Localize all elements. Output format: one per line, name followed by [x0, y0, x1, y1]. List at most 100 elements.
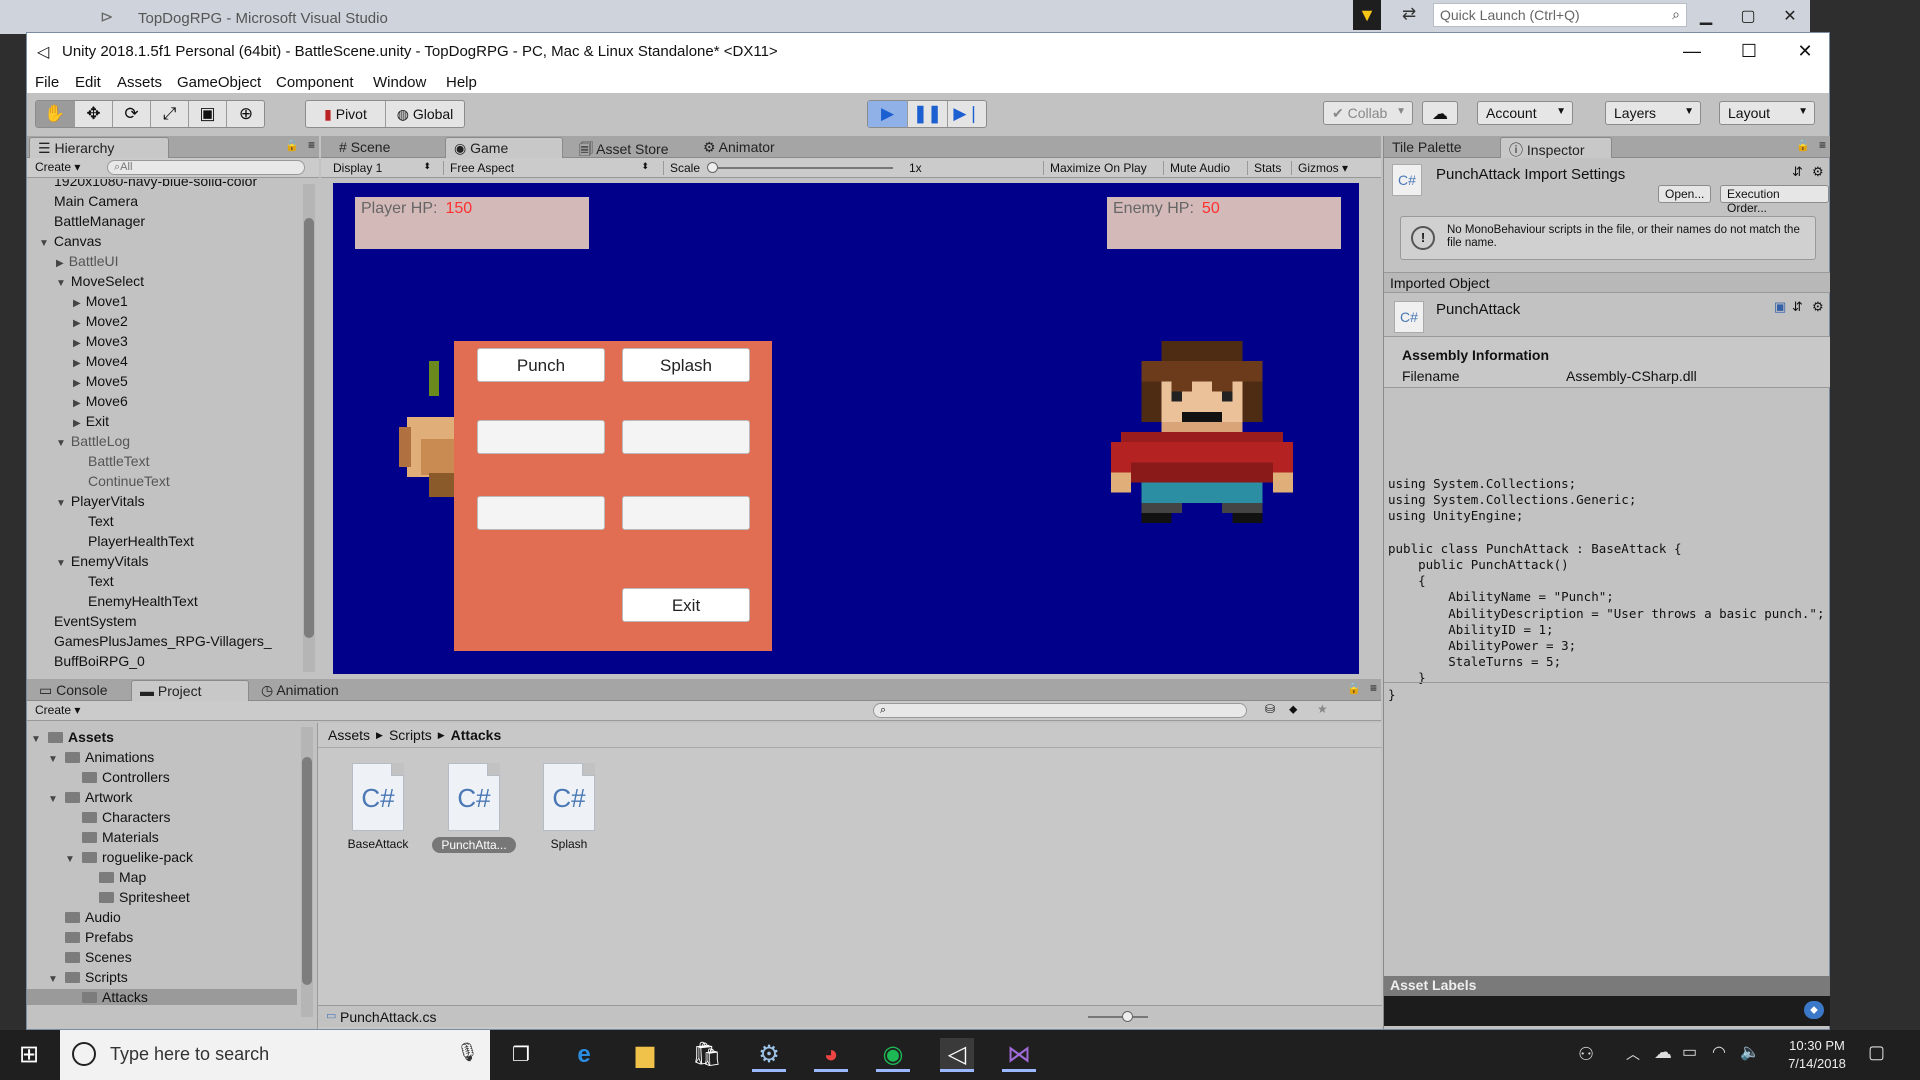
- menu-help[interactable]: Help: [446, 74, 477, 91]
- breadcrumb-assets[interactable]: Assets: [328, 727, 370, 743]
- account-dropdown[interactable]: Account ▼: [1477, 101, 1573, 125]
- hierarchy-item[interactable]: ▼ PlayerVitals: [56, 493, 145, 509]
- hierarchy-item[interactable]: ▶ Move1: [73, 293, 128, 309]
- windows-start-icon[interactable]: ⊞: [12, 1038, 46, 1072]
- expanded-caret-icon[interactable]: ▼: [56, 498, 66, 509]
- hierarchy-item[interactable]: GamesPlusJames_RPG-Villagers_: [39, 633, 272, 649]
- menu-gameobject[interactable]: GameObject: [177, 74, 261, 91]
- expanded-caret-icon[interactable]: ▼: [48, 754, 60, 765]
- project-folder-item[interactable]: Map: [82, 869, 146, 885]
- hierarchy-item[interactable]: ▶ Move3: [73, 333, 128, 349]
- visual-studio-taskbar-icon[interactable]: ⋈: [1002, 1038, 1036, 1072]
- project-menu-icon[interactable]: ≡: [1370, 681, 1377, 695]
- menu-edit[interactable]: Edit: [75, 74, 101, 91]
- scale-tool-icon[interactable]: ⤢: [151, 101, 189, 127]
- collapsed-caret-icon[interactable]: ▶: [73, 418, 81, 429]
- filter-by-label-icon[interactable]: ⬥: [1289, 702, 1297, 717]
- tab-hierarchy[interactable]: ☰ Hierarchy: [29, 137, 169, 158]
- hierarchy-item[interactable]: EnemyHealthText: [73, 593, 198, 609]
- move-tool-icon[interactable]: ✥: [75, 101, 113, 127]
- edge-icon[interactable]: e: [567, 1038, 601, 1072]
- tab-project[interactable]: ▬ Project: [131, 680, 249, 701]
- project-folder-item[interactable]: Battling: [65, 1009, 149, 1011]
- project-create-button[interactable]: Create ▾: [35, 703, 80, 717]
- scale-slider-knob[interactable]: [707, 162, 718, 173]
- expanded-caret-icon[interactable]: ▼: [48, 794, 60, 805]
- quick-launch-input[interactable]: Quick Launch (Ctrl+Q) ⌕: [1433, 3, 1687, 27]
- store-icon[interactable]: 🛍: [690, 1038, 724, 1072]
- scale-slider[interactable]: [707, 162, 893, 173]
- mute-audio-toggle[interactable]: Mute Audio: [1163, 161, 1230, 175]
- project-folder-item[interactable]: ▼ roguelike-pack: [65, 849, 193, 865]
- steam-icon[interactable]: ⚙: [752, 1038, 786, 1072]
- project-folder-item[interactable]: ▼ Artwork: [48, 789, 132, 805]
- cloud-icon[interactable]: ☁: [1422, 101, 1458, 125]
- project-folder-item[interactable]: Controllers: [65, 769, 170, 785]
- imported-gear-icon[interactable]: ⚙: [1812, 299, 1824, 315]
- tab-tile-palette[interactable]: Tile Palette: [1384, 137, 1494, 158]
- filter-by-type-icon[interactable]: ⛁: [1265, 702, 1275, 716]
- unity-close-button[interactable]: ✕: [1790, 41, 1820, 63]
- move1-button[interactable]: Punch: [477, 348, 605, 382]
- hand-tool-icon[interactable]: ✋: [36, 101, 75, 127]
- action-center-icon[interactable]: ▢: [1868, 1042, 1885, 1063]
- project-folder-item[interactable]: Audio: [48, 909, 121, 925]
- menu-component[interactable]: Component: [276, 74, 354, 91]
- taskbar-clock[interactable]: 10:30 PM 7/14/2018: [1772, 1037, 1862, 1073]
- hierarchy-item[interactable]: Main Camera: [39, 193, 138, 209]
- settings-gear-icon[interactable]: ⚙: [1812, 164, 1824, 180]
- hierarchy-item[interactable]: Text: [73, 573, 114, 589]
- project-folder-item[interactable]: Attacks: [27, 989, 297, 1005]
- collapsed-caret-icon[interactable]: ▶: [73, 378, 81, 389]
- expanded-caret-icon[interactable]: ▼: [56, 278, 66, 289]
- tab-scene[interactable]: # Scene: [331, 137, 431, 158]
- menu-file[interactable]: File: [35, 74, 59, 91]
- rect-tool-icon[interactable]: ▣: [189, 101, 227, 127]
- taskbar-search-box[interactable]: Type here to search 🎙: [60, 1030, 490, 1080]
- stats-toggle[interactable]: Stats: [1247, 161, 1281, 175]
- rotate-tool-icon[interactable]: ⟳: [113, 101, 151, 127]
- breadcrumb-attacks[interactable]: Attacks: [451, 727, 502, 743]
- project-folder-item[interactable]: Spritesheet: [82, 889, 190, 905]
- tab-game[interactable]: ◉ Game: [445, 137, 563, 158]
- expanded-caret-icon[interactable]: ▼: [31, 734, 43, 745]
- collab-dropdown[interactable]: ✔ Collab ▼: [1323, 101, 1413, 125]
- volume-icon[interactable]: 🔈: [1740, 1042, 1760, 1062]
- collapsed-caret-icon[interactable]: ▶: [73, 358, 81, 369]
- global-button[interactable]: ◍ Global: [386, 101, 464, 127]
- icon-size-slider-knob[interactable]: [1122, 1011, 1133, 1022]
- asset-splash[interactable]: C# Splash: [527, 763, 611, 851]
- lock-icon[interactable]: 🔒: [285, 139, 299, 152]
- layout-dropdown[interactable]: Layout ▼: [1719, 101, 1815, 125]
- maximize-on-play-toggle[interactable]: Maximize On Play: [1043, 161, 1147, 175]
- show-hidden-icons[interactable]: ︿: [1626, 1044, 1640, 1064]
- hierarchy-item[interactable]: 1920x1080-navy-blue-solid-color: [39, 179, 257, 189]
- hierarchy-item[interactable]: PlayerHealthText: [73, 533, 194, 549]
- tab-asset-store[interactable]: 🗐 Asset Store: [571, 137, 691, 158]
- hierarchy-item[interactable]: ▶ Move5: [73, 373, 128, 389]
- collapsed-caret-icon[interactable]: ▶: [73, 338, 81, 349]
- unity-minimize-button[interactable]: —: [1677, 41, 1707, 63]
- hierarchy-item[interactable]: ▶ BattleUI: [56, 253, 119, 269]
- task-view-icon[interactable]: ❐: [504, 1038, 538, 1072]
- hierarchy-item[interactable]: BattleManager: [39, 213, 145, 229]
- hierarchy-item[interactable]: ▼ BattleLog: [56, 433, 130, 449]
- hierarchy-item[interactable]: BuffBoiRPG_0: [39, 653, 145, 669]
- project-tree-scrollbar[interactable]: [301, 727, 313, 1017]
- feedback-icon[interactable]: ⇄: [1402, 4, 1416, 24]
- expanded-caret-icon[interactable]: ▼: [56, 558, 66, 569]
- vs-minimize-button[interactable]: ▁: [1694, 6, 1718, 28]
- step-button[interactable]: ▶❘: [948, 101, 986, 127]
- project-lock-icon[interactable]: 🔒: [1347, 682, 1361, 695]
- file-explorer-icon[interactable]: ▆: [628, 1038, 662, 1072]
- hierarchy-scroll-thumb[interactable]: [304, 218, 314, 638]
- gizmos-dropdown[interactable]: Gizmos ▾: [1291, 161, 1348, 175]
- open-button[interactable]: Open...: [1658, 185, 1712, 203]
- chrome-icon[interactable]: ◕: [814, 1038, 848, 1072]
- help-book-icon[interactable]: ▣: [1774, 299, 1786, 315]
- imported-presets-icon[interactable]: ⇵: [1792, 299, 1803, 315]
- tab-inspector[interactable]: ⓘ Inspector: [1500, 137, 1612, 158]
- move6-button[interactable]: [622, 496, 750, 530]
- execution-order-button[interactable]: Execution Order...: [1720, 185, 1829, 215]
- spotify-icon[interactable]: ◉: [876, 1038, 910, 1072]
